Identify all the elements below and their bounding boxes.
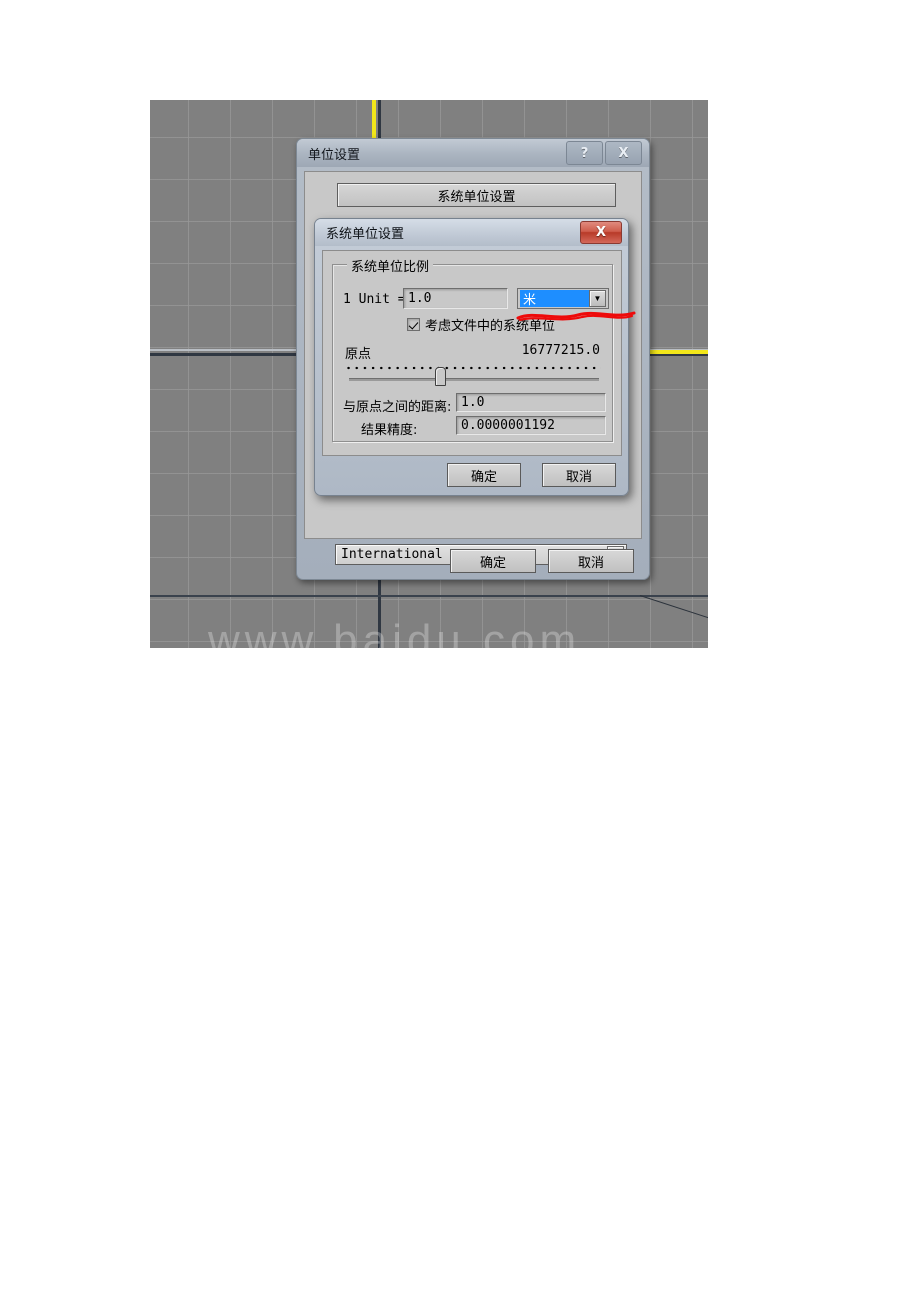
slider-track — [349, 378, 599, 381]
respect-file-units-checkbox[interactable] — [407, 318, 420, 331]
unit-row-label: 1 Unit = — [343, 292, 406, 307]
system-units-titlebar[interactable]: 系统单位设置 X — [315, 219, 628, 246]
unit-value-input[interactable]: 1.0 — [403, 288, 508, 309]
result-precision-input[interactable]: 0.0000001192 — [456, 416, 606, 435]
origin-slider[interactable] — [347, 365, 601, 389]
system-units-cancel-button[interactable]: 取消 — [542, 463, 616, 487]
system-units-setup-dialog: 系统单位设置 X 系统单位比例 1 Unit = 1.0 米 ▼ 考虑文件中的系… — [314, 218, 636, 496]
slider-thumb[interactable] — [435, 367, 446, 386]
unit-type-combo[interactable]: 米 ▼ — [517, 288, 609, 309]
system-unit-scale-group: 系统单位比例 1 Unit = 1.0 米 ▼ 考虑文件中的系统单位 原点 16… — [332, 256, 636, 442]
system-unit-scale-group-label: 系统单位比例 — [347, 256, 434, 275]
chevron-down-icon[interactable]: ▼ — [589, 290, 606, 307]
result-precision-label: 结果精度: — [361, 423, 418, 438]
units-dialog-title: 单位设置 — [308, 147, 361, 163]
units-cancel-button[interactable]: 取消 — [548, 549, 634, 573]
close-icon[interactable]: X — [605, 141, 642, 165]
system-unit-setup-button[interactable]: 系统单位设置 — [337, 183, 616, 207]
viewport-axis-yellow-right — [650, 350, 708, 354]
units-dialog-titlebar[interactable]: 单位设置 ? X — [297, 139, 649, 167]
system-units-ok-button[interactable]: 确定 — [447, 463, 521, 487]
slider-tick-marks — [347, 365, 601, 373]
watermark-text: www.baidu.com — [208, 616, 582, 648]
respect-file-units-label: 考虑文件中的系统单位 — [425, 319, 556, 334]
system-units-body: 系统单位比例 1 Unit = 1.0 米 ▼ 考虑文件中的系统单位 原点 16… — [322, 250, 636, 456]
distance-from-origin-label: 与原点之间的距离: — [343, 400, 452, 415]
distance-from-origin-input[interactable]: 1.0 — [456, 393, 606, 412]
viewport-line-lower — [150, 595, 708, 597]
unit-type-combo-value: 米 — [520, 290, 589, 308]
respect-file-units-row[interactable]: 考虑文件中的系统单位 — [407, 315, 555, 334]
origin-label: 原点 — [345, 347, 372, 362]
system-units-title: 系统单位设置 — [326, 227, 405, 242]
units-ok-button[interactable]: 确定 — [450, 549, 536, 573]
origin-value: 16777215.0 — [521, 343, 600, 358]
help-icon[interactable]: ? — [566, 141, 603, 165]
close-icon[interactable]: X — [580, 221, 622, 244]
